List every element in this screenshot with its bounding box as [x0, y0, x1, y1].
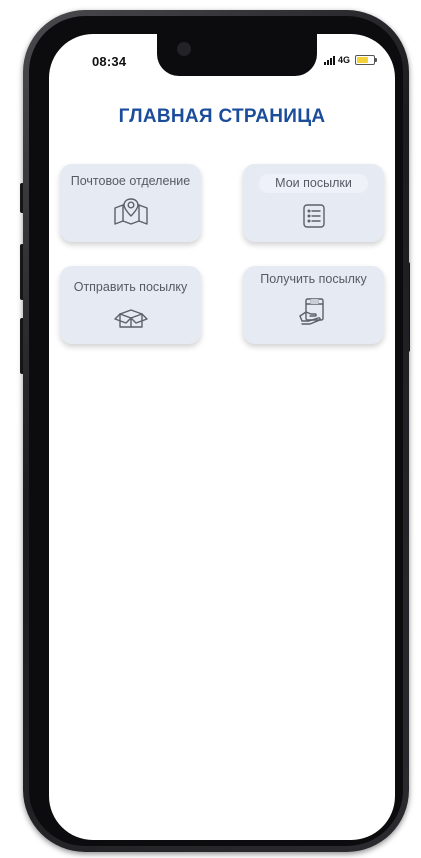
package-pickup-icon	[298, 298, 324, 325]
post-office-label: Почтовое отделение	[70, 174, 191, 188]
receive-parcel-label: Получить посылку	[260, 272, 367, 286]
send-parcel-button[interactable]: Отправить посылку	[60, 266, 201, 344]
signal-bars-icon	[323, 55, 335, 65]
status-time: 08:34	[92, 54, 127, 69]
send-parcel-label: Отправить посылку	[73, 280, 188, 294]
front-camera-icon	[177, 42, 191, 56]
my-parcels-label: Мои посылки	[259, 174, 368, 193]
open-box-icon	[113, 309, 148, 328]
device-stage: 08:34 4G ГЛАВНАЯ СТРАНИЦА Почтовое отдел…	[0, 0, 421, 858]
my-parcels-button[interactable]: Мои посылки	[243, 164, 384, 242]
phone-frame: 08:34 4G ГЛАВНАЯ СТРАНИЦА Почтовое отдел…	[23, 10, 409, 852]
phone-screen: 08:34 4G ГЛАВНАЯ СТРАНИЦА Почтовое отдел…	[49, 34, 395, 840]
battery-level	[357, 57, 368, 63]
battery-icon	[355, 55, 377, 65]
notch	[157, 34, 317, 76]
receive-parcel-button[interactable]: Получить посылку	[243, 266, 384, 344]
map-pin-icon	[113, 198, 148, 225]
list-icon	[302, 204, 325, 228]
post-office-button[interactable]: Почтовое отделение	[60, 164, 201, 242]
status-indicators: 4G	[323, 55, 377, 65]
page-title: ГЛАВНАЯ СТРАНИЦА	[118, 106, 326, 127]
network-type: 4G	[337, 55, 350, 65]
phone-bezel: 08:34 4G ГЛАВНАЯ СТРАНИЦА Почтовое отдел…	[29, 16, 403, 846]
